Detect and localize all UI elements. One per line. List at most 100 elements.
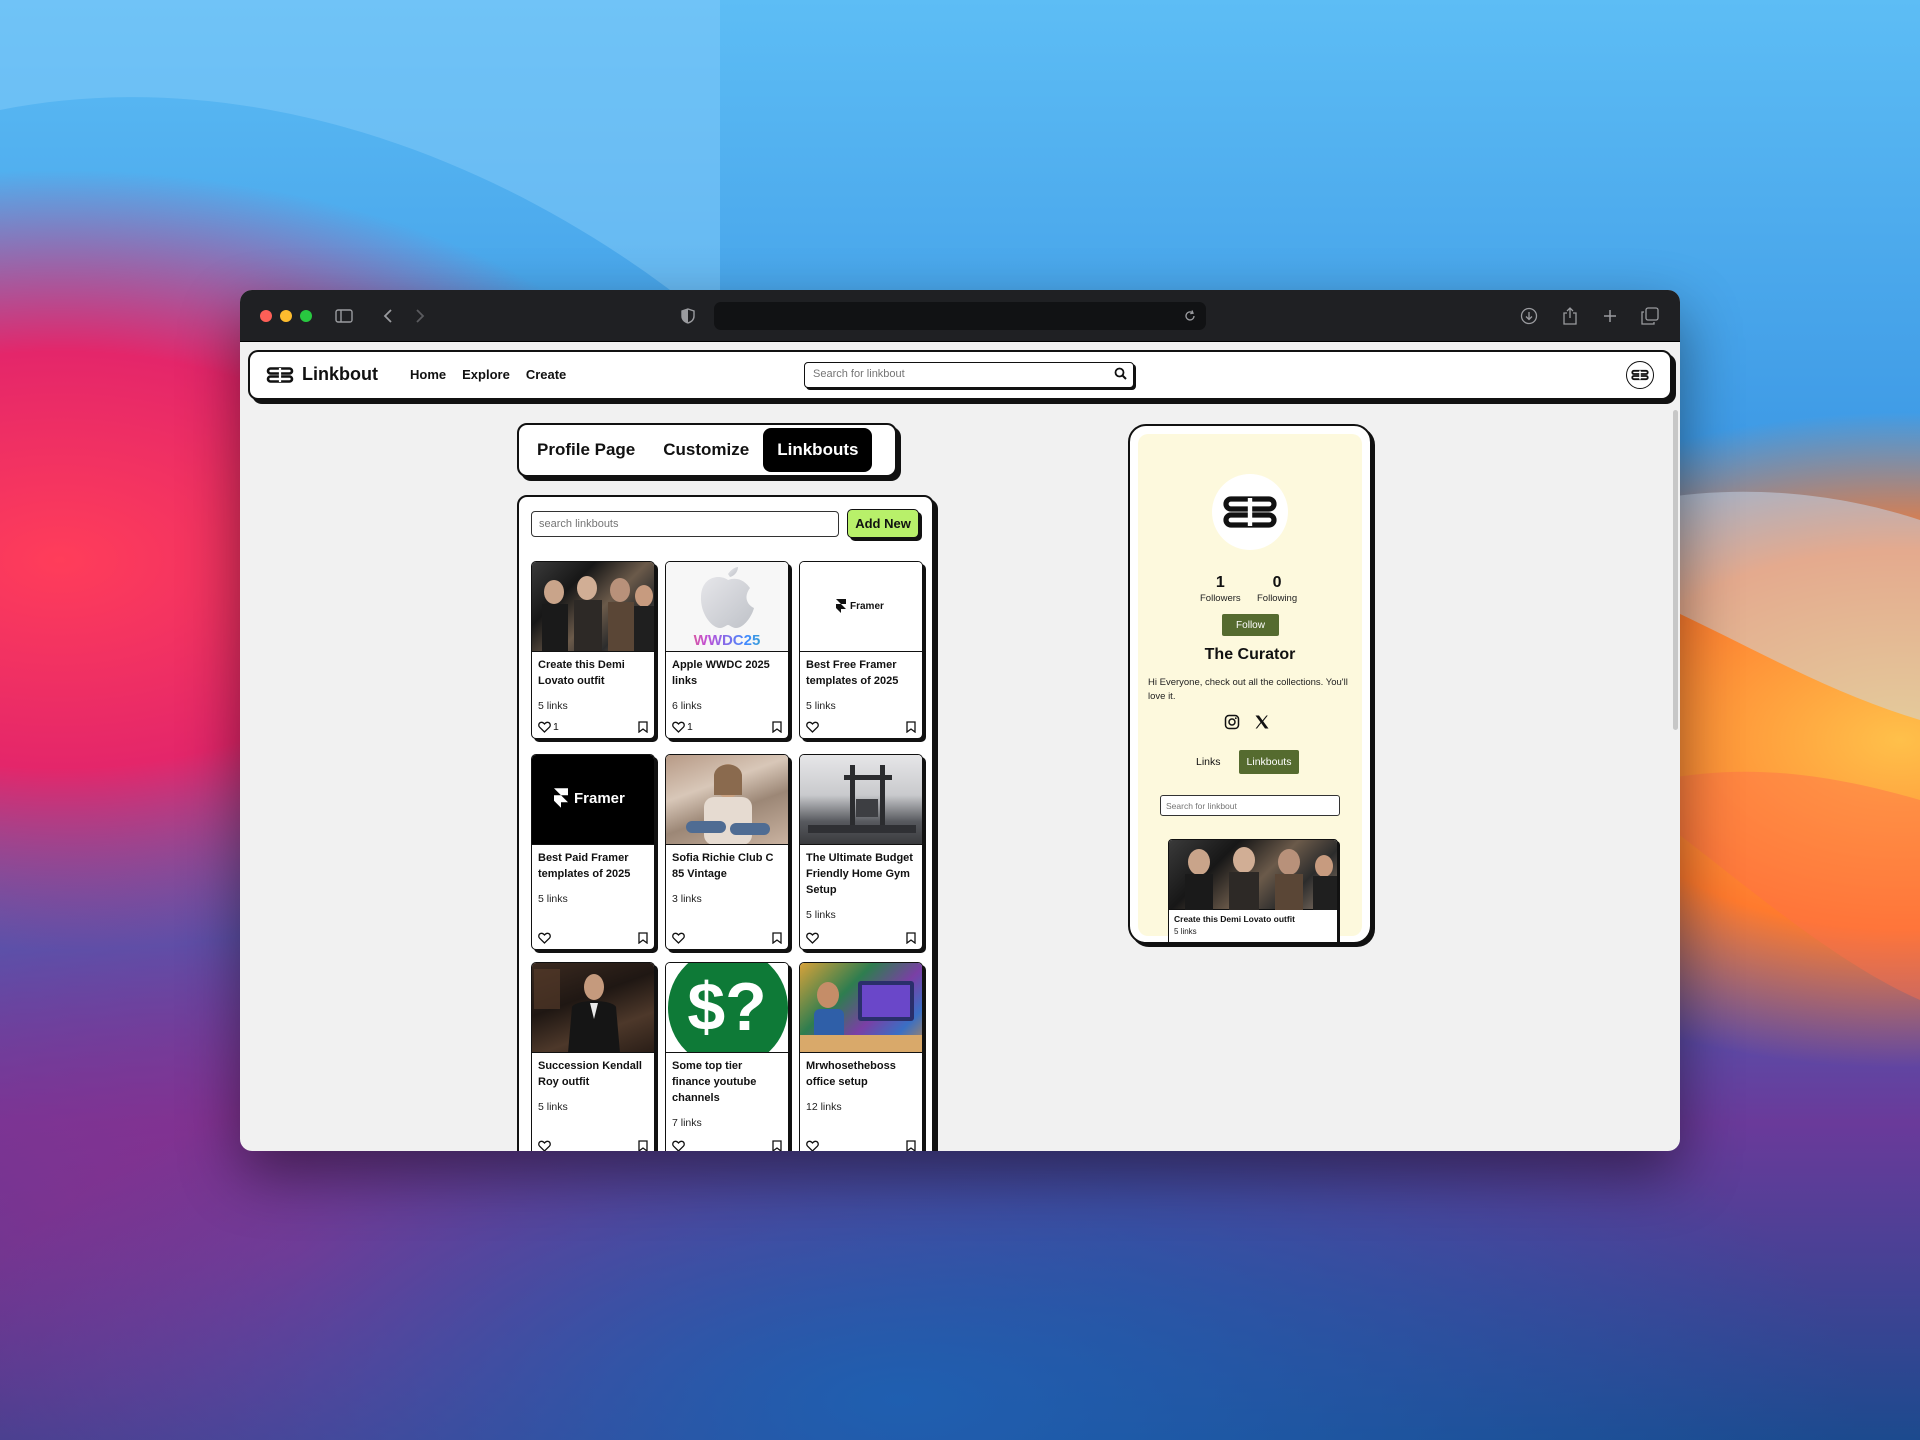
privacy-shield-icon[interactable] [676,304,700,328]
forward-icon[interactable] [408,304,432,328]
dollar-question-text: $? [687,969,767,1045]
search-icon[interactable] [1114,367,1127,385]
linkbout-card[interactable]: Framer Best Paid Framer templates of 202… [531,754,655,950]
card-link-count: 7 links [672,1117,702,1129]
linkbout-card[interactable]: Sofia Richie Club C 85 Vintage 3 links [665,754,789,950]
window-controls [260,310,312,322]
heart-icon [672,1140,685,1151]
card-thumbnail: Framer [532,755,654,845]
following-stat[interactable]: 0 Following [1257,574,1297,604]
brand-logo[interactable]: Linkbout [266,364,378,385]
tab-overview-icon[interactable] [1638,304,1662,328]
card-thumbnail: WWDC25 [666,562,788,652]
card-title: Create this Demi Lovato outfit [538,659,625,687]
tab-linkbouts[interactable]: Linkbouts [763,428,873,472]
preview-tab-linkbouts[interactable]: Linkbouts [1238,750,1300,774]
heart-icon [538,721,551,733]
like-button[interactable] [538,932,553,944]
download-icon[interactable] [1517,304,1541,328]
preview-tabs: Links Linkbouts [1188,750,1300,774]
bookmark-icon[interactable] [772,721,782,733]
card-link-count: 5 links [538,893,568,905]
profile-tabs: Profile Page Customize Linkbouts [517,423,897,477]
like-button[interactable] [806,932,821,944]
card-actions [538,931,648,945]
profile-preview: 1 Followers 0 Following Follow The Curat… [1138,434,1362,942]
nav-create-link[interactable]: Create [526,367,566,382]
linkbout-card[interactable]: WWDC25 Apple WWDC 2025 links 6 links 1 [665,561,789,739]
preview-linkbout-card[interactable]: Create this Demi Lovato outfit 5 links [1168,839,1338,942]
user-avatar[interactable] [1626,361,1654,389]
like-button[interactable] [672,1140,687,1151]
linkbout-card[interactable]: Framer Best Free Framer templates of 202… [799,561,923,739]
page-scrollbar[interactable] [1673,410,1678,730]
like-button[interactable]: 1 [672,721,693,733]
bookmark-icon[interactable] [772,1140,782,1151]
app-navbar: Linkbout Home Explore Create [248,350,1672,400]
main-nav: Home Explore Create [410,367,566,382]
global-search-input[interactable] [805,363,1095,385]
card-title: Sofia Richie Club C 85 Vintage [672,852,774,880]
followers-stat[interactable]: 1 Followers [1200,574,1241,604]
sidebar-toggle-icon[interactable] [332,304,356,328]
x-twitter-icon[interactable] [1254,714,1270,730]
add-new-button[interactable]: Add New [847,509,919,538]
card-actions [806,1139,916,1151]
linkbout-card[interactable]: The Ultimate Budget Friendly Home Gym Se… [799,754,923,950]
wwdc-logo-text: WWDC25 [666,632,788,649]
bookmark-icon[interactable] [638,721,648,733]
framer-logo-text: Framer [574,789,625,807]
heart-icon [538,1140,551,1151]
heart-icon [672,932,685,944]
linkbout-logo-icon [266,366,294,383]
card-thumbnail [532,562,654,652]
bookmark-icon[interactable] [638,1140,648,1151]
back-icon[interactable] [376,304,400,328]
card-title: Best Free Framer templates of 2025 [806,659,899,687]
follow-button[interactable]: Follow [1222,614,1279,636]
nav-explore-link[interactable]: Explore [462,367,510,382]
like-button[interactable] [672,932,687,944]
linkbout-card[interactable]: $? Some top tier finance youtube channel… [665,962,789,1151]
instagram-icon[interactable] [1224,714,1240,730]
like-button[interactable] [806,721,821,733]
new-tab-icon[interactable] [1598,304,1622,328]
nav-home-link[interactable]: Home [410,367,446,382]
linkbout-card[interactable]: Mrwhosetheboss office setup 12 links [799,962,923,1151]
tab-profile-page[interactable]: Profile Page [523,428,649,472]
like-button[interactable] [538,1140,553,1151]
card-actions [806,931,916,945]
framer-logo-icon [554,788,568,808]
bookmark-icon[interactable] [906,932,916,944]
profile-preview-phone: 1 Followers 0 Following Follow The Curat… [1128,424,1372,944]
following-label: Following [1257,593,1298,604]
tab-customize[interactable]: Customize [649,428,763,472]
address-bar[interactable] [714,302,1206,330]
bookmark-icon[interactable] [906,721,916,733]
share-icon[interactable] [1558,304,1582,328]
framer-logo-icon [836,599,846,613]
card-title: Some top tier finance youtube channels [672,1060,757,1104]
framer-logo-text: Framer [850,600,884,612]
bookmark-icon[interactable] [772,932,782,944]
card-thumbnail: Framer [800,562,922,652]
bookmark-icon[interactable] [638,932,648,944]
card-link-count: 5 links [1174,927,1197,936]
card-thumbnail: $? [666,963,788,1053]
linkbouts-search-input[interactable] [532,512,838,536]
preview-search-input[interactable] [1161,796,1339,816]
card-title: Apple WWDC 2025 links [672,659,770,687]
close-window-button[interactable] [260,310,272,322]
card-thumbnail [800,755,922,845]
minimize-window-button[interactable] [280,310,292,322]
linkbout-card[interactable]: Create this Demi Lovato outfit 5 links 1 [531,561,655,739]
like-button[interactable]: 1 [538,721,559,733]
card-link-count: 5 links [806,700,836,712]
bookmark-icon[interactable] [906,1140,916,1151]
linkbout-card[interactable]: Succession Kendall Roy outfit 5 links [531,962,655,1151]
like-button[interactable] [806,1140,821,1151]
reload-icon[interactable] [1180,306,1200,326]
preview-tab-links[interactable]: Links [1188,750,1229,774]
card-actions: 1 [538,720,648,734]
zoom-window-button[interactable] [300,310,312,322]
